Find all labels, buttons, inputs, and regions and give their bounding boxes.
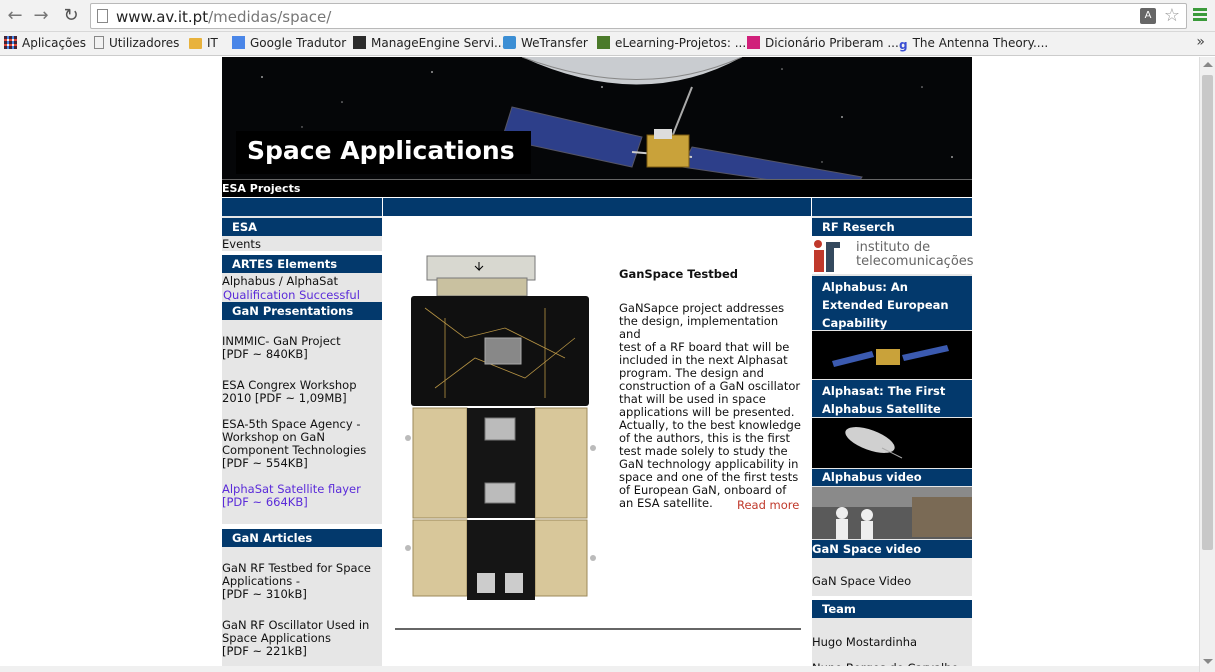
sidebar-top-bar: [222, 198, 382, 216]
banner-title-box: Space Applications: [236, 131, 531, 174]
bookmark-item[interactable]: Google Tradutor: [232, 36, 346, 50]
bookmarks-overflow-icon[interactable]: »: [1196, 34, 1205, 50]
main-top-bar: [383, 198, 811, 216]
translate-icon[interactable]: A: [1140, 8, 1156, 24]
menu-icon[interactable]: [1193, 8, 1207, 22]
bookmark-item[interactable]: g The Antenna Theory....: [899, 36, 1048, 52]
bookmark-star-icon[interactable]: ☆: [1164, 5, 1180, 26]
bookmark-item[interactable]: IT: [189, 36, 218, 50]
presentation-item[interactable]: INMMIC- GaN Project [PDF ~ 840KB]: [222, 335, 382, 361]
bookmarks-bar: Aplicações Utilizadores IT Google Tradut…: [0, 32, 1215, 56]
bookmark-item[interactable]: Dicionário Priberam ...: [747, 36, 899, 50]
events-link[interactable]: Events: [222, 238, 261, 251]
bookmark-item[interactable]: Aplicações: [4, 36, 86, 50]
esa-header: ESA: [222, 218, 382, 236]
esa-projects-strip[interactable]: ESA Projects: [222, 179, 972, 197]
article-line[interactable]: [PDF ~ 310kB]: [222, 588, 382, 601]
folder-icon: [189, 38, 202, 49]
main-content: GanSpace Testbed GaNSapce project addres…: [383, 198, 811, 672]
bookmark-item[interactable]: ManageEngine Servi...: [353, 36, 505, 50]
wetransfer-icon: [503, 36, 516, 49]
article-body: GaNSapce project addresses the design, i…: [619, 301, 801, 510]
url-text[interactable]: www.av.it.pt/medidas/space/: [116, 8, 331, 26]
article-line[interactable]: [PDF ~ 221kB]: [222, 645, 382, 658]
it-logo-bar-icon: [814, 250, 824, 272]
scrollbar-thumb[interactable]: [1202, 75, 1213, 550]
presentation-item[interactable]: ESA-5th Space Agency - Workshop on GaN C…: [222, 418, 382, 470]
alphabus-thumbnail-image[interactable]: [812, 331, 972, 379]
banner: Space Applications: [222, 57, 972, 179]
it-logo-text-2: telecomunicações: [856, 254, 974, 269]
scroll-up-icon[interactable]: [1203, 62, 1213, 67]
qualification-link[interactable]: Qualification Successful: [223, 289, 360, 302]
alphabus-capability-link[interactable]: Alphabus: An Extended European Capabilit…: [812, 276, 972, 330]
presentation-line[interactable]: [PDF ~ 554KB]: [222, 457, 382, 470]
alphabus-alphasat-link[interactable]: Alphabus / AlphaSat: [222, 275, 338, 288]
gan-articles-header: GaN Articles: [222, 529, 382, 547]
elearning-icon: [597, 36, 610, 49]
page-title: Space Applications: [247, 136, 515, 165]
gan-space-video-link[interactable]: GaN Space Video: [812, 575, 911, 588]
bookmark-item[interactable]: eLearning-Projetos: ...: [597, 36, 746, 50]
team-member[interactable]: Hugo Mostardinha: [812, 636, 917, 649]
forward-icon[interactable]: →: [30, 5, 52, 27]
gan-space-video-header: GaN Space video: [812, 540, 972, 558]
antenna-theory-icon: g: [899, 38, 908, 52]
content-divider: [395, 628, 801, 630]
article-title: GanSpace Testbed: [619, 267, 739, 281]
priberam-icon: [747, 36, 760, 49]
back-icon[interactable]: ←: [4, 5, 26, 27]
google-translate-icon: [232, 36, 245, 49]
presentation-line[interactable]: [PDF ~ 840KB]: [222, 348, 382, 361]
it-logo-text-1: instituto de: [856, 240, 931, 255]
read-more-link[interactable]: Read more: [737, 498, 799, 512]
right-sidebar: RF Reserch instituto de telecomunicações…: [812, 198, 974, 672]
page-icon: [97, 9, 108, 23]
article-item[interactable]: GaN RF Testbed for Space Applications - …: [222, 562, 382, 601]
browser-toolbar: ← → ↻ www.av.it.pt/medidas/space/ A ☆: [0, 0, 1215, 32]
sidebar-top-bar: [812, 198, 972, 216]
page-icon: [94, 36, 104, 49]
it-logo-dot-icon: [814, 240, 822, 248]
presentation-line[interactable]: [PDF ~ 664KB]: [222, 496, 382, 509]
reload-icon[interactable]: ↻: [60, 5, 82, 27]
presentation-item[interactable]: ESA Congrex Workshop 2010 [PDF ~ 1,09MB]: [222, 379, 382, 405]
rf-board-image: [405, 255, 596, 600]
manageengine-icon: [353, 36, 366, 49]
it-logo[interactable]: instituto de telecomunicações: [812, 236, 974, 274]
horizontal-scrollbar[interactable]: [0, 666, 1199, 672]
team-header: Team: [812, 600, 972, 618]
bookmark-item[interactable]: Utilizadores: [94, 36, 179, 50]
apps-grid-icon: [4, 36, 17, 49]
presentation-line[interactable]: 2010 [PDF ~ 1,09MB]: [222, 392, 382, 405]
alphasat-thumbnail-image[interactable]: [812, 418, 972, 468]
it-logo-t-icon: [826, 242, 840, 272]
gan-presentations-header: GaN Presentations: [222, 302, 382, 320]
rf-research-header: RF Reserch: [812, 218, 972, 236]
address-bar[interactable]: www.av.it.pt/medidas/space/ A ☆: [90, 3, 1187, 29]
alphabus-video-thumbnail-image[interactable]: [812, 487, 972, 539]
scroll-down-icon[interactable]: [1203, 659, 1213, 664]
left-sidebar: ESA Events ARTES Elements Alphabus / Alp…: [222, 198, 382, 672]
vertical-scrollbar[interactable]: [1199, 57, 1215, 672]
page-viewport: Space Applications ESA Projects ESA Even…: [0, 57, 1199, 672]
alphabus-video-link[interactable]: Alphabus video: [812, 469, 972, 486]
bookmark-item[interactable]: WeTransfer: [503, 36, 588, 50]
article-item[interactable]: GaN RF Oscillator Used in Space Applicat…: [222, 619, 382, 658]
alphasat-first-link[interactable]: Alphasat: The First Alphabus Satellite: [812, 380, 972, 417]
presentation-item[interactable]: AlphaSat Satellite flayer [PDF ~ 664KB]: [222, 483, 382, 509]
artes-elements-header[interactable]: ARTES Elements: [222, 255, 382, 273]
